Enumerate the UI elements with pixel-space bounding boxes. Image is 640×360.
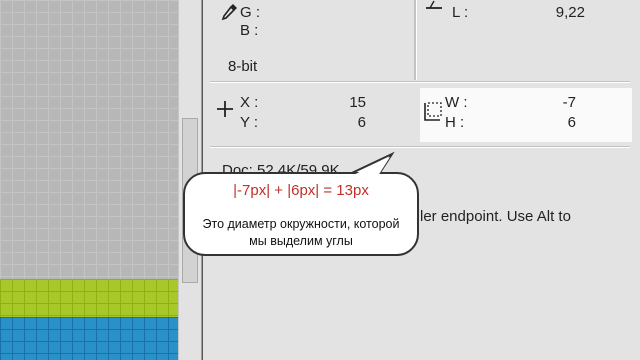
callout-formula: |-7px| + |6px| = 13px: [233, 182, 369, 199]
x-label: X :: [240, 94, 259, 111]
g-label: G :: [240, 4, 261, 21]
blue-pixel-row: [0, 317, 178, 360]
section-divider: [210, 81, 630, 83]
callout-text: Это диаметр окружности, которой мы выдел…: [191, 216, 411, 250]
section-divider: [210, 146, 630, 148]
ruler-angle-icon: [426, 0, 442, 9]
b-label: B :: [240, 22, 259, 39]
crosshair-icon: [217, 101, 233, 117]
callout-text-line2: мы выделим углы: [249, 234, 353, 248]
y-label: Y :: [240, 114, 259, 131]
bit-depth: 8-bit: [228, 58, 258, 75]
green-pixel-row: [0, 279, 178, 317]
h-value: 6: [567, 114, 576, 131]
l-value: 9,22: [555, 4, 585, 21]
callout-text-line1: Это диаметр окружности, которой: [202, 217, 400, 231]
h-label: H :: [445, 114, 465, 131]
w-value: -7: [562, 94, 576, 111]
y-value: 6: [357, 114, 366, 131]
eyedropper-icon: [221, 4, 237, 21]
status-hint: ler endpoint. Use Alt to: [420, 208, 571, 225]
selection-size-icon: [424, 102, 442, 121]
x-value: 15: [349, 94, 366, 111]
l-label: L :: [452, 4, 469, 21]
panel-divider: [414, 0, 417, 80]
document-canvas[interactable]: [0, 0, 178, 360]
w-label: W :: [445, 94, 468, 111]
